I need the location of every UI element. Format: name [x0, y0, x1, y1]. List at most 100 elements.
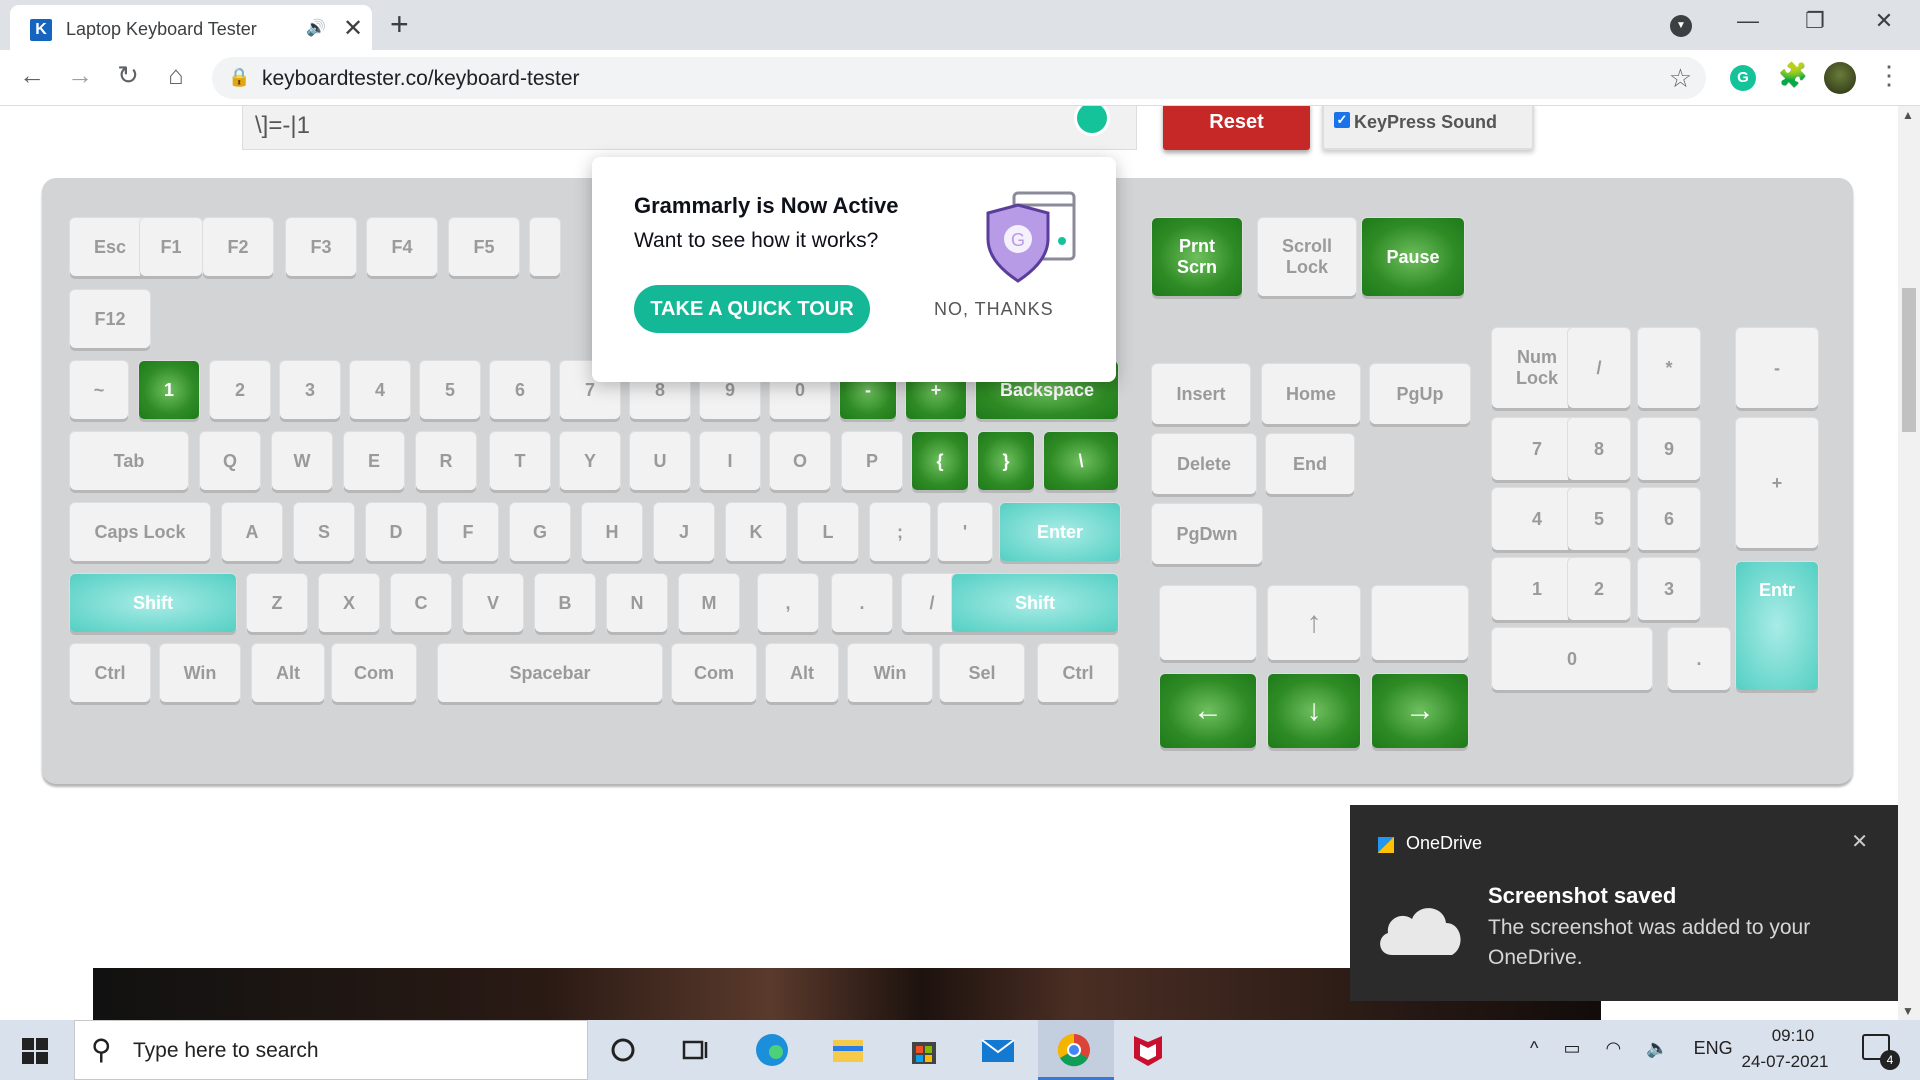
key-symbol[interactable]: ↑ [1268, 586, 1360, 660]
clock-time[interactable]: 09:10 [1758, 1026, 1828, 1046]
key-3[interactable]: 3 [1638, 558, 1700, 620]
mcafee-icon[interactable] [1128, 1030, 1168, 1070]
edge-browser-icon[interactable] [752, 1030, 792, 1070]
key-j[interactable]: J [654, 503, 714, 561]
key-t[interactable]: T [490, 432, 550, 490]
key-l[interactable]: L [798, 503, 858, 561]
windows-start-icon[interactable] [22, 1038, 48, 1064]
url-text[interactable]: keyboardtester.co/keyboard-tester [262, 67, 580, 91]
keypress-sound-toggle[interactable]: ✓ KeyPress Sound [1322, 106, 1534, 150]
key-4[interactable]: 4 [350, 361, 410, 419]
tab-search-icon[interactable]: ▼ [1670, 15, 1692, 37]
file-explorer-icon[interactable] [828, 1030, 868, 1070]
key-scroll-lock[interactable]: Scroll Lock [1258, 218, 1356, 296]
key-end[interactable]: End [1266, 434, 1354, 494]
key-shift[interactable]: Shift [70, 574, 236, 632]
key-symbol[interactable]: - [1736, 328, 1818, 408]
key-0[interactable]: 0 [1492, 628, 1652, 690]
no-thanks-button[interactable]: NO, THANKS [934, 299, 1054, 320]
taskbar-search-box[interactable]: ⚲ Type here to search [74, 1020, 588, 1080]
browser-tab[interactable]: K Laptop Keyboard Tester 🔊 ✕ [10, 5, 372, 50]
key-entr[interactable]: Entr [1736, 562, 1818, 690]
window-close-button[interactable]: ✕ [1864, 8, 1904, 34]
key-m[interactable]: M [679, 574, 739, 632]
minimize-button[interactable]: — [1728, 8, 1768, 34]
key-u[interactable]: U [630, 432, 690, 490]
key-d[interactable]: D [366, 503, 426, 561]
key-r[interactable]: R [416, 432, 476, 490]
key-symbol[interactable]: \ [1044, 432, 1118, 490]
key-k[interactable]: K [726, 503, 786, 561]
bookmark-star-icon[interactable]: ☆ [1669, 63, 1692, 94]
key-shift[interactable]: Shift [952, 574, 1118, 632]
key-ctrl[interactable]: Ctrl [1038, 644, 1118, 702]
tab-close-icon[interactable]: ✕ [343, 14, 363, 43]
key-v[interactable]: V [463, 574, 523, 632]
key-n[interactable]: N [607, 574, 667, 632]
microsoft-store-icon[interactable] [904, 1030, 944, 1070]
key-i[interactable]: I [700, 432, 760, 490]
key-w[interactable]: W [272, 432, 332, 490]
key-c[interactable]: C [391, 574, 451, 632]
cortana-icon[interactable] [603, 1030, 643, 1070]
key-blank[interactable] [530, 218, 560, 276]
key-2[interactable]: 2 [1568, 558, 1630, 620]
key-symbol[interactable]: + [1736, 418, 1818, 548]
address-bar[interactable]: 🔒 keyboardtester.co/keyboard-tester ☆ [212, 57, 1706, 99]
key-sel[interactable]: Sel [940, 644, 1024, 702]
key-5[interactable]: 5 [420, 361, 480, 419]
key-f5[interactable]: F5 [449, 218, 519, 276]
key-home[interactable]: Home [1262, 364, 1360, 424]
extensions-puzzle-icon[interactable]: 🧩 [1778, 61, 1808, 90]
key-p[interactable]: P [842, 432, 902, 490]
key-symbol[interactable]: * [1638, 328, 1700, 408]
key-symbol[interactable]: → [1372, 674, 1468, 748]
key-insert[interactable]: Insert [1152, 364, 1250, 424]
key-symbol[interactable]: } [978, 432, 1034, 490]
onedrive-notification[interactable]: OneDrive ✕ Screenshot saved The screensh… [1350, 805, 1898, 1001]
system-tray[interactable]: ^ ▭ ◠ 🔈 ENG [1530, 1038, 1733, 1059]
key-e[interactable]: E [344, 432, 404, 490]
key-f[interactable]: F [438, 503, 498, 561]
key-b[interactable]: B [535, 574, 595, 632]
key-3[interactable]: 3 [280, 361, 340, 419]
new-tab-button[interactable]: + [390, 6, 409, 43]
key-a[interactable]: A [222, 503, 282, 561]
key-1[interactable]: 1 [139, 361, 199, 419]
key-symbol[interactable]: ← [1160, 674, 1256, 748]
back-button[interactable]: ← [14, 60, 50, 91]
key-pgdwn[interactable]: PgDwn [1152, 504, 1262, 564]
key-symbol[interactable]: . [832, 574, 892, 632]
key-f1[interactable]: F1 [140, 218, 202, 276]
key-8[interactable]: 8 [1568, 418, 1630, 480]
profile-avatar[interactable] [1824, 62, 1856, 94]
grammarly-extension-icon[interactable]: G [1730, 65, 1756, 91]
key-o[interactable]: O [770, 432, 830, 490]
key-5[interactable]: 5 [1568, 488, 1630, 550]
key-6[interactable]: 6 [1638, 488, 1700, 550]
reset-button[interactable]: Reset [1163, 106, 1310, 150]
mail-icon[interactable] [978, 1030, 1018, 1070]
key-symbol[interactable]: , [758, 574, 818, 632]
key-symbol[interactable]: / [1568, 328, 1630, 408]
reload-button[interactable]: ↻ [110, 60, 146, 91]
clock-date[interactable]: 24-07-2021 [1730, 1052, 1840, 1072]
key-caps-lock[interactable]: Caps Lock [70, 503, 210, 561]
task-view-icon[interactable] [676, 1030, 716, 1070]
key-ctrl[interactable]: Ctrl [70, 644, 150, 702]
key-spacebar[interactable]: Spacebar [438, 644, 662, 702]
key-com[interactable]: Com [332, 644, 416, 702]
forward-button[interactable]: → [62, 60, 98, 91]
key-q[interactable]: Q [200, 432, 260, 490]
key-alt[interactable]: Alt [766, 644, 838, 702]
scroll-down-arrow-icon[interactable]: ▼ [1902, 1004, 1914, 1018]
key-alt[interactable]: Alt [252, 644, 324, 702]
key-symbol[interactable]: ' [938, 503, 992, 561]
key-win[interactable]: Win [848, 644, 932, 702]
speaker-icon[interactable]: 🔊 [306, 18, 326, 38]
scroll-up-arrow-icon[interactable]: ▲ [1902, 108, 1914, 122]
key-blank[interactable] [1160, 586, 1256, 660]
chrome-menu-icon[interactable]: ⋮ [1876, 60, 1902, 91]
key-symbol[interactable]: ; [870, 503, 930, 561]
restore-button[interactable]: ❐ [1795, 8, 1835, 34]
